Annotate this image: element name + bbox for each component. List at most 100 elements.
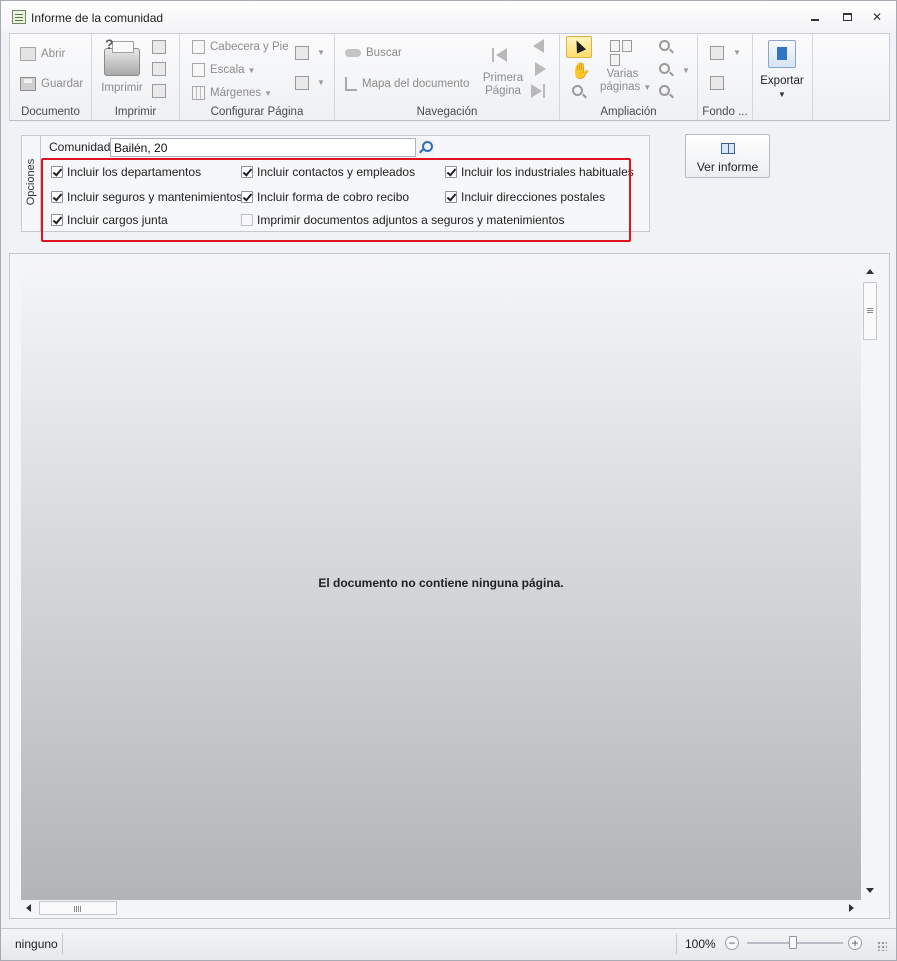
escala-label: Escala [210,64,245,76]
primera-label-2: Página [485,85,521,97]
scroll-down-icon[interactable] [866,888,874,893]
checkbox-seguros[interactable]: Incluir seguros y mantenimientos [51,190,242,204]
minimize-button[interactable] [807,9,823,25]
guardar-button[interactable]: Guardar [20,77,83,91]
checkbox-cargos-junta-box[interactable] [51,214,63,226]
options-tab[interactable]: Opciones [22,136,41,231]
zoom-in-button[interactable]: + [848,936,862,950]
checkbox-departamentos-box[interactable] [51,166,63,178]
varias-label-1: Varias [606,68,639,80]
abrir-label: Abrir [41,48,66,60]
checkbox-direcciones[interactable]: Incluir direcciones postales [445,190,605,204]
hand-tool-icon[interactable]: ✋ [571,61,591,81]
checkbox-contactos[interactable]: Incluir contactos y empleados [241,165,415,179]
close-button[interactable]: ✕ [869,9,885,25]
scroll-right-icon[interactable] [849,904,854,912]
print-options-icon[interactable] [152,84,166,98]
escala-button[interactable]: Escala ▼ [192,63,255,77]
previous-page-icon[interactable] [533,39,544,53]
checkbox-departamentos[interactable]: Incluir los departamentos [51,165,201,179]
group-label-fondo: Fondo ... [702,106,748,118]
paper-size-icon[interactable] [295,76,309,90]
abrir-button[interactable]: Abrir [20,47,65,61]
horizontal-scrollbar[interactable] [21,900,861,916]
pointer-cursor-icon [571,38,587,54]
magnifier-icon[interactable] [572,85,583,96]
horizontal-scroll-thumb[interactable] [39,901,117,915]
checkbox-industriales[interactable]: Incluir los industriales habituales [445,165,634,179]
guardar-label: Guardar [41,78,84,90]
options-tab-label: Opciones [25,158,37,206]
scroll-left-icon[interactable] [26,904,31,912]
margenes-button[interactable]: Márgenes ▼ [192,86,272,100]
ribbon-toolbar: Abrir Guardar Documento Imprimir ? Impri… [9,33,890,121]
checkbox-cargos-junta[interactable]: Incluir cargos junta [51,213,168,227]
restore-button[interactable] [839,9,855,25]
cabecera-pie-button[interactable]: Cabecera y Pie [192,40,289,54]
checkbox-seguros-box[interactable] [51,191,63,203]
document-map-icon [345,77,357,91]
exportar-button[interactable]: Exportar ▼ [753,34,811,104]
document-area[interactable]: El documento no contiene ninguna página. [21,264,861,900]
window-title: Informe de la comunidad [31,11,164,25]
buscar-button[interactable]: Buscar [345,47,402,59]
varias-label-2: páginas [600,81,641,93]
comunidad-lookup-button[interactable] [415,138,434,157]
varias-paginas-button[interactable]: Varias páginas ▼ [600,38,651,94]
restore-icon [842,13,852,21]
orientation-dropdown-icon[interactable]: ▼ [317,48,325,57]
imprimir-button[interactable]: Imprimir [97,41,147,95]
status-separator [62,934,63,954]
zoom-out-button[interactable]: − [725,936,739,950]
paper-size-dropdown-icon[interactable]: ▼ [317,78,325,87]
ver-informe-button[interactable]: Ver informe [685,134,770,178]
checkbox-adjuntos-label: Imprimir documentos adjuntos a seguros y… [257,213,565,227]
vertical-scroll-thumb[interactable] [863,282,877,340]
last-page-icon[interactable] [531,84,542,98]
checkbox-cobro-recibo[interactable]: Incluir forma de cobro recibo [241,190,409,204]
resize-grip-icon[interactable] [877,941,887,951]
minimize-icon [811,19,819,21]
page-thumb-3 [610,54,620,66]
vertical-scrollbar[interactable] [862,264,879,900]
exportar-dropdown-icon: ▼ [778,90,786,99]
varias-dropdown-icon: ▼ [643,83,652,92]
buscar-label: Buscar [366,47,402,59]
page-setup-icon[interactable] [152,62,166,76]
zoom-icon[interactable] [659,63,670,74]
zoom-in-icon[interactable] [659,85,670,96]
header-footer-icon [192,40,205,54]
next-page-icon[interactable] [535,62,546,76]
checkbox-industriales-box[interactable] [445,166,457,178]
group-documento: Abrir Guardar Documento [10,34,92,120]
scroll-up-icon[interactable] [866,269,874,274]
group-fondo: ▼ Fondo ... [698,34,753,120]
checkbox-contactos-label: Incluir contactos y empleados [257,165,416,179]
last-page-bar [543,84,545,98]
status-page-text: ninguno [15,937,58,951]
zoom-dropdown-icon[interactable]: ▼ [682,66,690,75]
printer-icon [104,41,140,76]
checkbox-direcciones-label: Incluir direcciones postales [461,190,606,204]
checkbox-adjuntos[interactable]: Imprimir documentos adjuntos a seguros y… [241,213,564,227]
checkbox-contactos-box[interactable] [241,166,253,178]
checkbox-direcciones-box[interactable] [445,191,457,203]
checkbox-cobro-recibo-label: Incluir forma de cobro recibo [257,190,410,204]
pointer-tool-button[interactable] [566,36,592,58]
watermark-icon[interactable] [710,76,724,90]
quick-print-icon[interactable] [152,40,166,54]
page-color-dropdown-icon[interactable]: ▼ [733,48,741,57]
orientation-icon[interactable] [295,46,309,60]
group-label-imprimir: Imprimir [114,106,157,118]
comunidad-input[interactable] [110,138,434,157]
group-exportar: Exportar ▼ [753,34,813,120]
checkbox-cobro-recibo-box[interactable] [241,191,253,203]
book-icon [721,143,735,154]
zoom-slider-thumb[interactable] [789,936,797,949]
primera-pagina-button[interactable]: Primera Página [480,44,526,98]
search-binoculars-icon [345,49,361,57]
zoom-out-icon[interactable] [659,40,670,51]
mapa-documento-button[interactable]: Mapa del documento [345,77,469,91]
page-color-icon[interactable] [710,46,724,60]
checkbox-adjuntos-box[interactable] [241,214,253,226]
